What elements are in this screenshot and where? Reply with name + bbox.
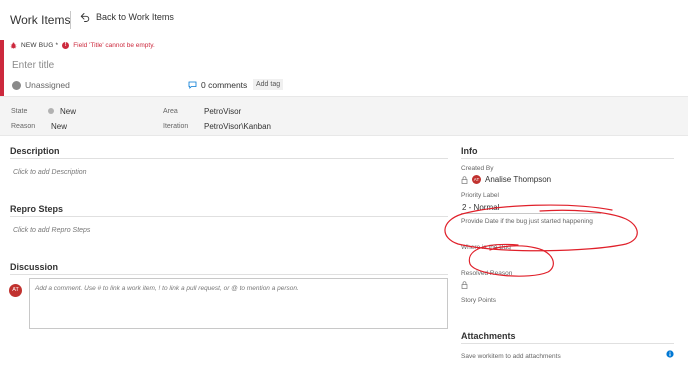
work-item-type-label: NEW BUG * — [21, 42, 59, 49]
discussion-comment-input[interactable]: Add a comment. Use # to link a work item… — [29, 278, 448, 329]
area-field[interactable]: PetroVisor — [204, 107, 241, 116]
comments-count-label: 0 comments — [201, 80, 248, 90]
work-item-type-row: NEW BUG * ! Field 'Title' cannot be empt… — [10, 42, 155, 49]
priority-label: Priority Label — [461, 192, 499, 199]
page-title: Work Items — [10, 13, 71, 27]
title-input[interactable] — [12, 57, 572, 73]
bug-icon — [10, 42, 17, 49]
state-label: State — [11, 108, 28, 115]
discussion-heading: Discussion — [10, 262, 59, 272]
work-item-fields: State New Reason New Area PetroVisor Ite… — [0, 96, 688, 136]
created-by-field: AT Analise Thompson — [461, 175, 551, 184]
info-heading: Info — [461, 146, 478, 156]
repro-steps-field[interactable]: Click to add Repro Steps — [13, 227, 90, 234]
topbar-divider — [70, 11, 71, 29]
description-field[interactable]: Click to add Description — [13, 169, 87, 176]
area-label: Area — [163, 108, 178, 115]
description-heading: Description — [10, 146, 60, 156]
info-divider — [461, 158, 674, 159]
assignee-label: Unassigned — [25, 80, 70, 90]
where-is-bug-label: Where is the Bug — [461, 244, 511, 251]
assignee-picker[interactable]: Unassigned — [12, 80, 70, 90]
iteration-label: Iteration — [163, 123, 189, 130]
attachments-heading: Attachments — [461, 331, 516, 341]
title-error-message: Field 'Title' cannot be empty. — [73, 42, 155, 49]
work-item-header: NEW BUG * ! Field 'Title' cannot be empt… — [0, 40, 688, 96]
story-points-label: Story Points — [461, 297, 497, 304]
state-field[interactable]: New — [60, 107, 76, 116]
reason-field[interactable]: New — [51, 122, 67, 131]
priority-field[interactable]: 2 - Normal — [462, 203, 499, 212]
back-arrow-icon — [80, 13, 90, 22]
comment-icon — [188, 81, 197, 89]
info-icon[interactable] — [666, 350, 674, 358]
description-divider — [10, 158, 448, 159]
error-icon: ! — [62, 42, 70, 49]
add-tag-button[interactable]: Add tag — [253, 79, 284, 90]
created-by-label: Created By — [461, 165, 494, 172]
created-by-avatar: AT — [472, 175, 481, 184]
date-hint-label: Provide Date if the bug just started hap… — [461, 218, 593, 225]
unassigned-avatar-icon — [12, 80, 21, 90]
priority-underline — [461, 213, 601, 214]
back-link-label: Back to Work Items — [96, 12, 174, 22]
comments-link[interactable]: 0 comments — [188, 80, 247, 90]
state-indicator-icon — [48, 108, 54, 114]
attachments-divider — [461, 343, 674, 344]
discussion-divider — [10, 274, 448, 275]
reason-label: Reason — [11, 123, 36, 130]
resolved-reason-lock-icon — [461, 281, 468, 289]
repro-steps-heading: Repro Steps — [10, 204, 64, 214]
created-by-value: Analise Thompson — [485, 175, 552, 184]
lock-icon — [461, 175, 468, 184]
back-to-work-items-link[interactable]: Back to Work Items — [80, 12, 174, 22]
repro-steps-divider — [10, 216, 448, 217]
top-bar: Work Items Back to Work Items — [0, 0, 688, 40]
user-avatar: AT — [9, 284, 22, 297]
bug-accent-bar — [0, 40, 4, 96]
resolved-reason-label: Resolved Reason — [461, 270, 513, 277]
iteration-field[interactable]: PetroVisor\Kanban — [204, 122, 271, 131]
discussion-placeholder: Add a comment. Use # to link a work item… — [35, 285, 299, 292]
attachments-hint: Save workitem to add attachments — [461, 353, 561, 360]
